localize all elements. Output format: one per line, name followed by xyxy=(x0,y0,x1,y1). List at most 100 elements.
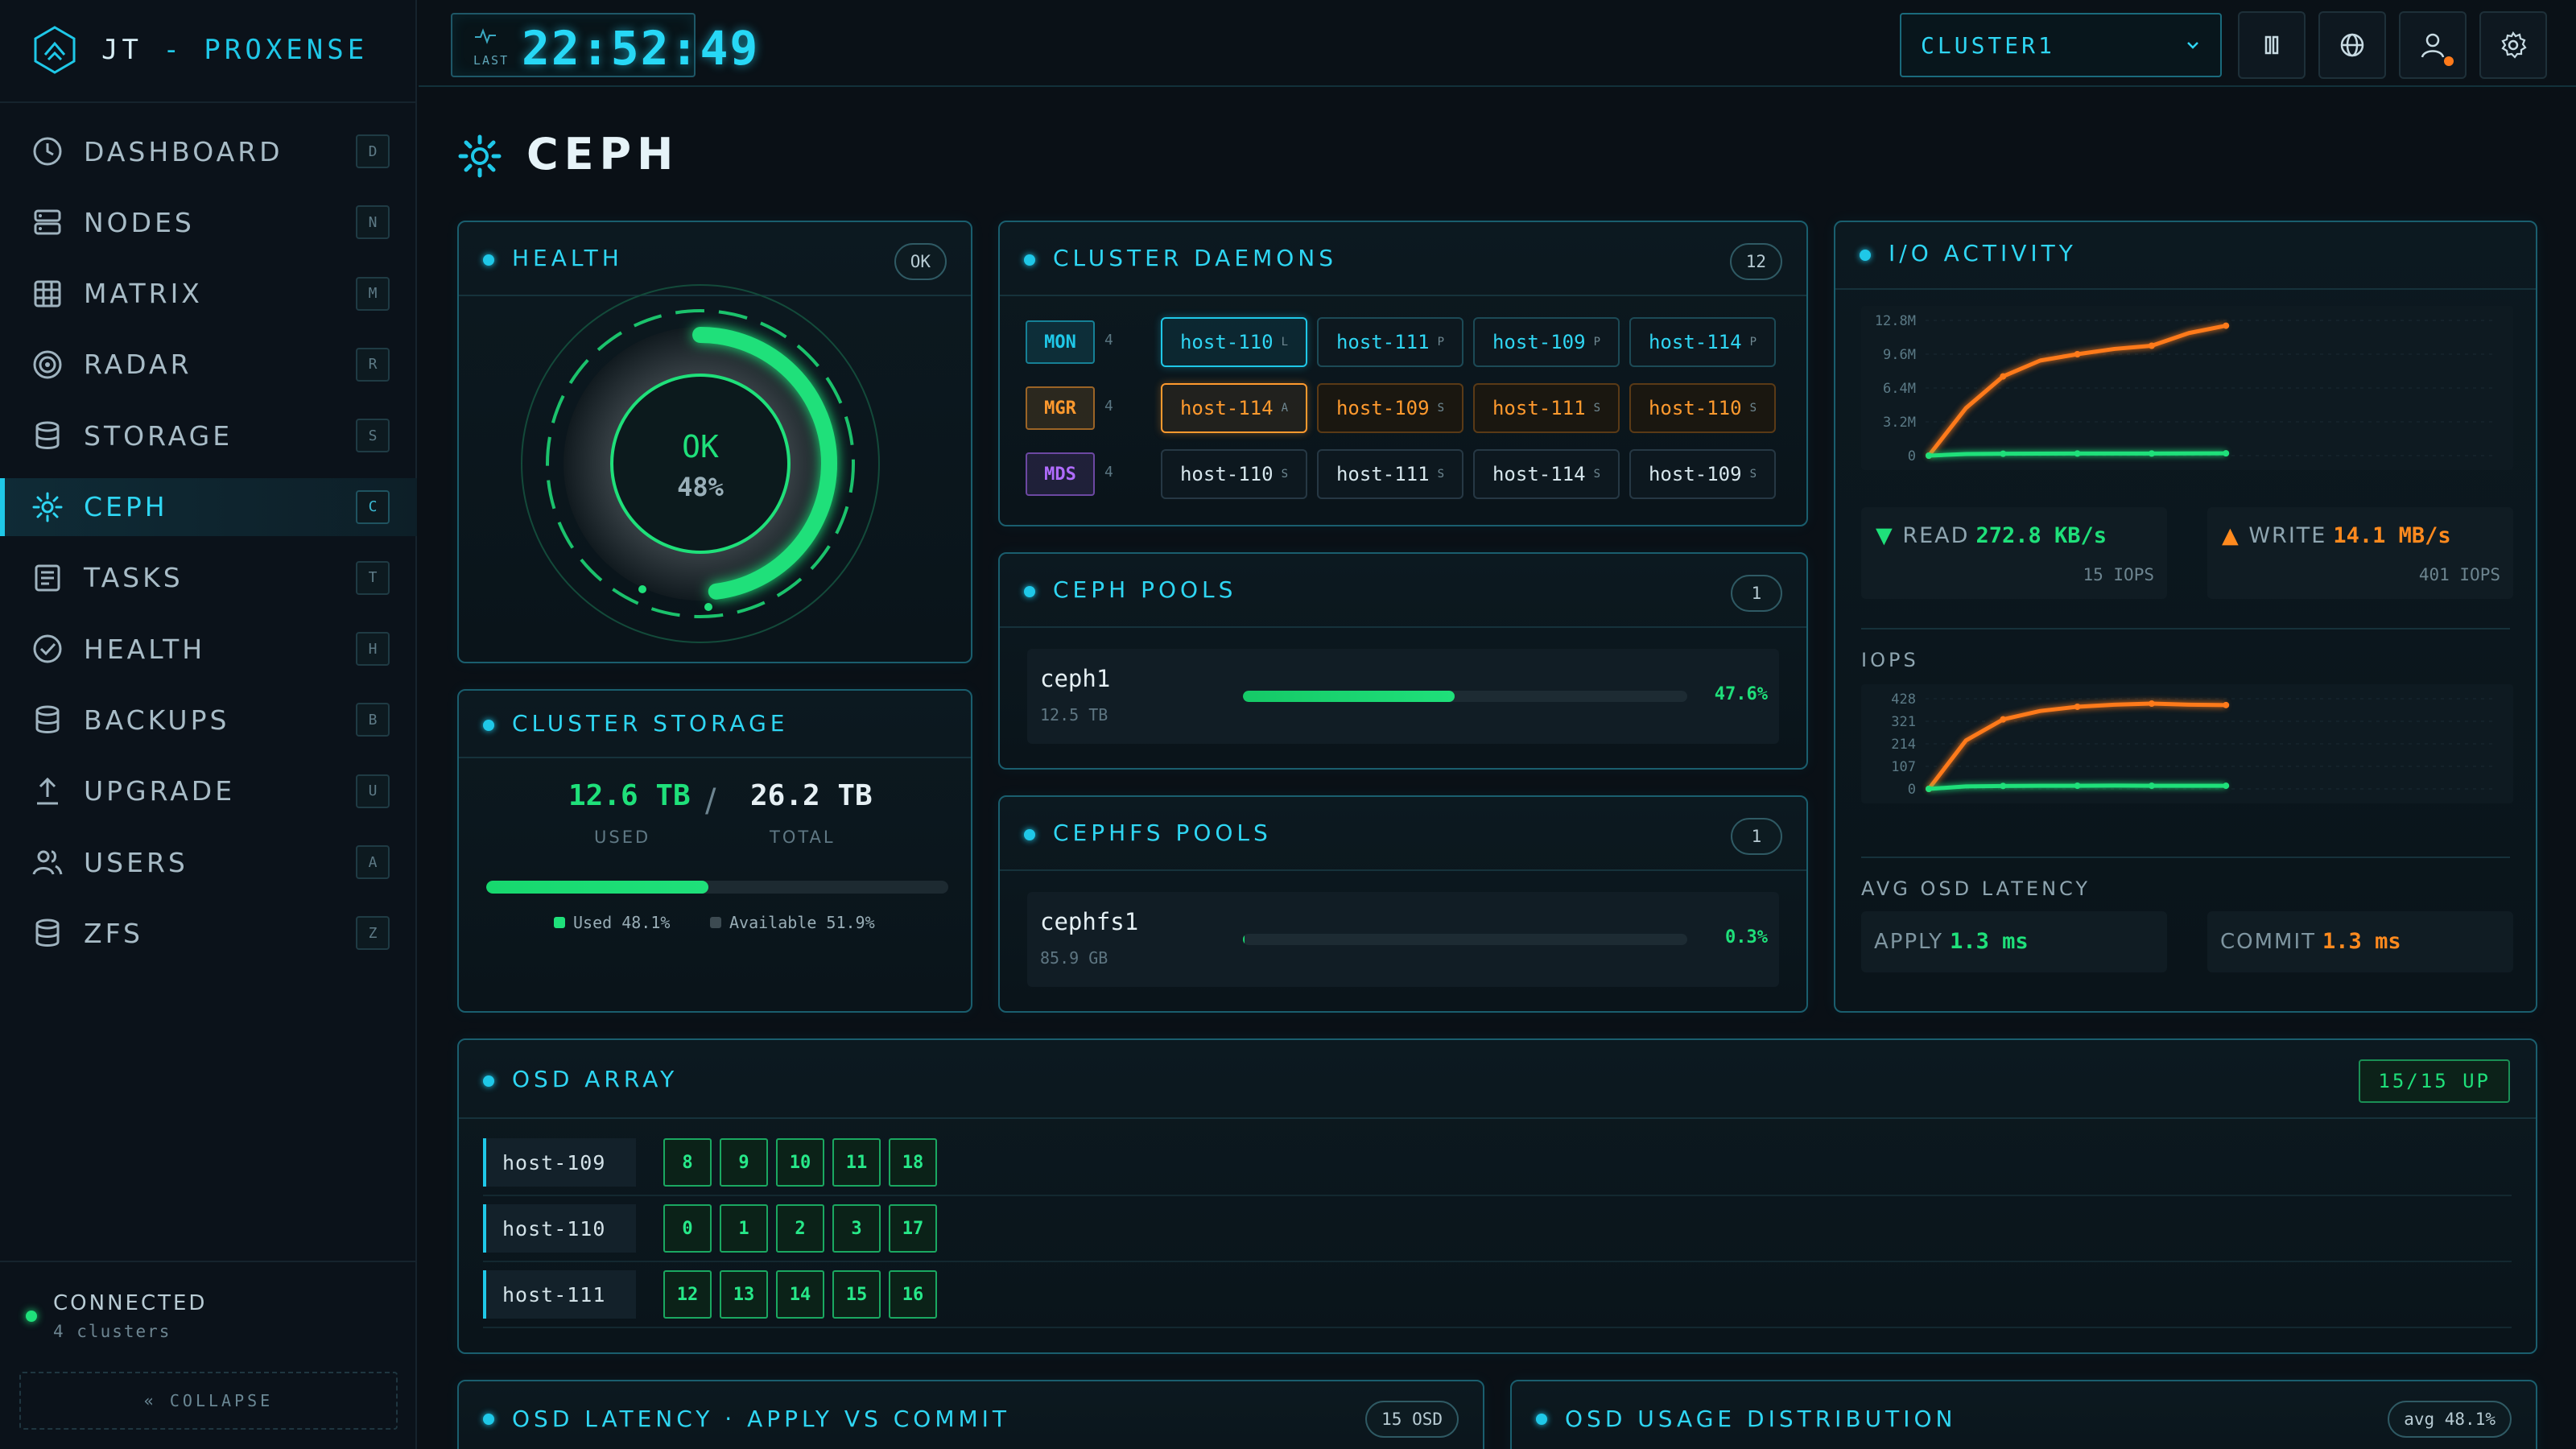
io-activity-panel: I/O ACTIVITY 12.8M 9.6M 6.4M 3.2M 0 ▼ READ 27… xyxy=(1834,221,2537,1013)
data-point xyxy=(2223,782,2230,790)
arrow-up-icon: ▲ xyxy=(2222,523,2240,548)
shortcut-key: M xyxy=(356,276,390,311)
osd-cell[interactable]: 11 xyxy=(832,1138,881,1187)
daemon-chip[interactable]: host-111 P xyxy=(1317,317,1463,367)
daemon-chip[interactable]: host-110 L xyxy=(1161,317,1307,367)
osd-cell[interactable]: 16 xyxy=(889,1270,937,1319)
data-point xyxy=(2148,782,2155,790)
globe-icon xyxy=(2340,33,2364,57)
osd-cell[interactable]: 15 xyxy=(832,1270,881,1319)
data-point xyxy=(2074,782,2081,790)
osd-cell[interactable]: 1 xyxy=(720,1204,768,1253)
osd-cell[interactable]: 10 xyxy=(776,1138,824,1187)
daemon-chip[interactable]: host-114 A xyxy=(1161,383,1307,433)
osd-up-badge: 15/15 UP xyxy=(2359,1059,2510,1103)
storage-separator: / xyxy=(705,782,716,819)
read-label: ▼ READ 272.8 KB/s xyxy=(1876,523,2107,548)
osd-cell[interactable]: 9 xyxy=(720,1138,768,1187)
language-button[interactable] xyxy=(2318,11,2386,79)
osd-cell[interactable]: 14 xyxy=(776,1270,824,1319)
shortcut-key: N xyxy=(356,205,390,240)
y-tick-label: 107 xyxy=(1891,759,1916,775)
sidebar-item-ceph[interactable]: CEPH C xyxy=(0,477,417,536)
sidebar-item-dashboard[interactable]: DASHBOARD D xyxy=(0,122,417,180)
daemon-chip[interactable]: host-109 S xyxy=(1629,449,1776,499)
sidebar-item-radar[interactable]: RADAR R xyxy=(0,336,417,394)
connection-sub: 4 clusters xyxy=(53,1322,171,1341)
y-tick-label: 321 xyxy=(1891,714,1916,730)
sidebar-item-users[interactable]: USERS A xyxy=(0,833,417,891)
daemon-host: host-109 xyxy=(1492,331,1586,353)
user-button[interactable] xyxy=(2399,11,2467,79)
settings-button[interactable] xyxy=(2479,11,2547,79)
storage-bar xyxy=(486,881,948,894)
y-tick-label: 214 xyxy=(1891,737,1916,753)
daemons-count-badge: 12 xyxy=(1729,243,1782,280)
osd-cell[interactable]: 3 xyxy=(832,1204,881,1253)
daemon-flag: P xyxy=(1749,336,1757,349)
daemon-chip[interactable]: host-110 S xyxy=(1629,383,1776,433)
pools-count-badge: 1 xyxy=(1731,575,1782,612)
database-icon xyxy=(31,703,64,737)
osd-cell[interactable]: 18 xyxy=(889,1138,937,1187)
daemon-chip[interactable]: host-111 S xyxy=(1317,449,1463,499)
commit-latency: COMMIT 1.3 ms xyxy=(2207,911,2513,972)
pause-button[interactable] xyxy=(2238,11,2306,79)
cluster-storage-panel: CLUSTER STORAGE 12.6 TB USED / 26.2 TB T… xyxy=(457,689,972,1013)
cluster-select[interactable]: CLUSTER1 xyxy=(1900,13,2222,77)
data-point xyxy=(2148,700,2155,708)
panel-title: CEPHFS POOLS xyxy=(1053,819,1272,846)
write-value: 14.1 MB/s xyxy=(2333,523,2451,548)
data-point xyxy=(2223,322,2230,329)
shortcut-key: A xyxy=(356,845,390,879)
osd-cell[interactable]: 0 xyxy=(663,1204,712,1253)
sidebar-item-backups[interactable]: BACKUPS B xyxy=(0,691,417,749)
sidebar-item-nodes[interactable]: NODES N xyxy=(0,193,417,251)
sidebar-item-label: RADAR xyxy=(84,349,192,381)
panel-header: CLUSTER DAEMONS 12 xyxy=(1000,222,1806,296)
panel-dot-icon xyxy=(1024,254,1035,266)
daemon-chip[interactable]: host-109 S xyxy=(1317,383,1463,433)
sidebar-item-zfs[interactable]: ZFS Z xyxy=(0,904,417,962)
sidebar-item-label: MATRIX xyxy=(84,278,203,310)
daemon-chip[interactable]: host-114 S xyxy=(1473,449,1620,499)
pool-row[interactable]: ceph1 12.5 TB 47.6% xyxy=(1027,649,1779,744)
osd-cell[interactable]: 8 xyxy=(663,1138,712,1187)
osd-host-name[interactable]: host-110 xyxy=(483,1204,636,1253)
cephfs-pools-panel: CEPHFS POOLS 1 cephfs1 85.9 GB 0.3% xyxy=(998,795,1808,1013)
daemon-chip[interactable]: host-109 P xyxy=(1473,317,1620,367)
osd-cell[interactable]: 17 xyxy=(889,1204,937,1253)
collapse-button[interactable]: « COLLAPSE xyxy=(19,1372,398,1430)
panel-dot-icon xyxy=(483,1414,494,1425)
panel-header: OSD ARRAY 15/15 UP xyxy=(459,1040,2536,1119)
daemon-role-mds: MDS xyxy=(1026,452,1095,496)
osd-host-name[interactable]: host-109 xyxy=(483,1138,636,1187)
osd-host-name[interactable]: host-111 xyxy=(483,1270,636,1319)
data-point xyxy=(2000,782,2007,790)
commit-label: COMMIT 1.3 ms xyxy=(2220,929,2401,954)
storage-total-label: TOTAL xyxy=(770,828,836,847)
tasks-icon xyxy=(31,561,64,595)
sidebar-item-storage[interactable]: STORAGE S xyxy=(0,407,417,464)
sidebar-item-upgrade[interactable]: UPGRADE U xyxy=(0,762,417,820)
apply-latency: APPLY 1.3 ms xyxy=(1861,911,2167,972)
shortcut-key: H xyxy=(356,632,390,667)
osd-cell[interactable]: 2 xyxy=(776,1204,824,1253)
pool-usage-fill xyxy=(1243,691,1455,702)
daemon-chip[interactable]: host-110 S xyxy=(1161,449,1307,499)
cephfs-pool-row[interactable]: cephfs1 85.9 GB 0.3% xyxy=(1027,892,1779,987)
storage-total-value: 26.2 TB xyxy=(750,779,873,812)
panel-dot-icon xyxy=(1024,829,1035,840)
osd-cell[interactable]: 13 xyxy=(720,1270,768,1319)
sidebar-item-label: USERS xyxy=(84,846,188,878)
data-point xyxy=(2223,450,2230,457)
sidebar-item-tasks[interactable]: TASKS T xyxy=(0,549,417,607)
brand[interactable]: JT - PROXENSE xyxy=(29,24,368,76)
daemon-chip[interactable]: host-114 P xyxy=(1629,317,1776,367)
cluster-daemons-panel: CLUSTER DAEMONS 12 MON 4 host-110 Lhost-111… xyxy=(998,221,1808,526)
sidebar-item-matrix[interactable]: MATRIX M xyxy=(0,265,417,323)
daemon-chip[interactable]: host-111 S xyxy=(1473,383,1620,433)
osd-cell[interactable]: 12 xyxy=(663,1270,712,1319)
sidebar-item-health[interactable]: HEALTH H xyxy=(0,620,417,678)
series-line xyxy=(1927,324,2227,457)
